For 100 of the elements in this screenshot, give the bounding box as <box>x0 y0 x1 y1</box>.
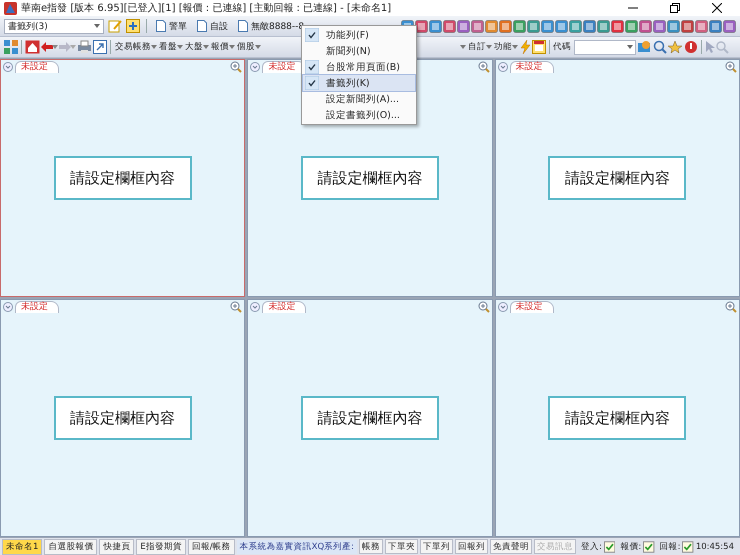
toolbar-menu[interactable]: 大盤 <box>184 41 204 53</box>
zoom-in-icon[interactable] <box>230 301 242 313</box>
quick-function-icon[interactable] <box>695 20 708 32</box>
panel-tab[interactable]: 未設定 <box>15 301 59 313</box>
zoom-in-icon[interactable] <box>230 61 242 73</box>
bookmark-button[interactable]: 自設 <box>194 20 231 32</box>
bookmark-bar-dropdown[interactable]: 書籤列(3) <box>4 18 104 34</box>
printer-icon[interactable] <box>77 40 92 54</box>
quick-function-icon[interactable] <box>415 20 428 32</box>
set-frame-content-button[interactable]: 請設定欄框內容 <box>54 156 192 200</box>
zoom-in-icon[interactable] <box>724 301 737 313</box>
panel-tab[interactable]: 未設定 <box>15 61 59 73</box>
quick-function-icon[interactable] <box>513 20 526 32</box>
dropdown-circle-icon[interactable] <box>250 62 260 72</box>
menu-item[interactable]: 功能列(F) <box>303 27 415 43</box>
dropdown-circle-icon[interactable] <box>498 62 508 72</box>
status-button[interactable]: 免責聲明 <box>490 539 532 554</box>
quick-function-icon[interactable] <box>485 20 498 32</box>
layout-grid-icon[interactable] <box>4 40 18 54</box>
toolbar-menu[interactable]: 自訂 <box>467 41 487 53</box>
toolbar-menu[interactable]: 看盤 <box>158 41 178 53</box>
caret-icon[interactable] <box>151 45 157 49</box>
status-button[interactable]: 回報列 <box>455 539 488 554</box>
search-icon[interactable] <box>653 40 667 54</box>
quick-function-icon[interactable] <box>723 20 736 32</box>
quick-function-icon[interactable] <box>541 20 554 32</box>
home-icon[interactable] <box>25 40 40 54</box>
toolbar-menu[interactable]: 個股 <box>236 41 256 53</box>
restore-icon[interactable] <box>670 3 680 13</box>
set-frame-content-button[interactable]: 請設定欄框內容 <box>300 156 439 200</box>
caret-icon[interactable] <box>460 45 466 49</box>
notepad-icon[interactable] <box>108 19 122 33</box>
bookmark-button[interactable]: 警單 <box>153 20 190 32</box>
close-icon[interactable] <box>712 3 722 13</box>
quick-function-icon[interactable] <box>429 20 442 32</box>
alert-icon[interactable] <box>684 40 698 54</box>
panel-frame[interactable]: 未設定 請設定欄框內容 <box>0 59 246 297</box>
caret-icon[interactable] <box>627 45 633 49</box>
quick-function-icon[interactable] <box>443 20 456 32</box>
caret-icon[interactable] <box>52 45 58 49</box>
external-link-icon[interactable] <box>93 40 107 54</box>
panel-tab[interactable]: 未設定 <box>262 301 306 313</box>
set-frame-content-button[interactable]: 請設定欄框內容 <box>300 396 439 440</box>
dropdown-circle-icon[interactable] <box>3 302 13 312</box>
set-frame-content-button[interactable]: 請設定欄框內容 <box>54 396 192 440</box>
status-button[interactable]: 下單列 <box>420 539 454 554</box>
back-arrow-icon[interactable] <box>41 42 53 52</box>
status-button[interactable]: 帳務 <box>359 539 384 554</box>
quick-function-icon[interactable] <box>625 20 638 32</box>
caret-icon[interactable] <box>177 45 183 49</box>
quick-function-icon[interactable] <box>611 20 624 32</box>
page-tab[interactable]: E指發期貨 <box>136 538 186 554</box>
caret-icon[interactable] <box>203 45 209 49</box>
menu-item[interactable]: 書籤列(K) <box>303 75 415 91</box>
page-tab[interactable]: 自選股報價 <box>44 538 98 554</box>
panel-tab[interactable]: 未設定 <box>510 301 554 313</box>
dropdown-circle-icon[interactable] <box>250 302 260 312</box>
quick-function-icon[interactable] <box>527 20 540 32</box>
add-icon[interactable] <box>126 19 140 33</box>
menu-item[interactable]: 新聞列(N) <box>303 43 415 59</box>
menu-item[interactable]: 設定新聞列(A)... <box>303 91 415 107</box>
menu-item[interactable]: 設定書籤列(O)... <box>303 107 415 123</box>
toolbar-menu[interactable]: 報價 <box>210 41 230 53</box>
dropdown-circle-icon[interactable] <box>498 302 508 312</box>
quick-function-icon[interactable] <box>667 20 680 32</box>
panel-frame[interactable]: 未設定 請設定欄框內容 <box>0 299 246 537</box>
quick-function-icon[interactable] <box>471 20 484 32</box>
set-frame-content-button[interactable]: 請設定欄框內容 <box>548 396 686 440</box>
code-input-field[interactable] <box>574 40 636 54</box>
quick-function-icon[interactable] <box>499 20 512 32</box>
caret-icon[interactable] <box>486 45 492 49</box>
panel-frame[interactable]: 未設定 請設定欄框內容 <box>494 59 740 297</box>
quick-function-icon[interactable] <box>653 20 666 32</box>
dropdown-circle-icon[interactable] <box>3 62 13 72</box>
page-tab[interactable]: 快捷頁 <box>99 538 134 554</box>
quick-function-icon[interactable] <box>681 20 694 32</box>
quick-function-icon[interactable] <box>569 20 582 32</box>
quick-function-icon[interactable] <box>555 20 568 32</box>
quick-function-icon[interactable] <box>457 20 470 32</box>
set-frame-content-button[interactable]: 請設定欄框內容 <box>548 156 686 200</box>
quick-function-icon[interactable] <box>639 20 652 32</box>
caret-icon[interactable] <box>255 45 261 49</box>
quick-function-icon[interactable] <box>597 20 610 32</box>
zoom-in-icon[interactable] <box>478 301 490 313</box>
zoom-in-icon[interactable] <box>724 61 737 73</box>
quick-function-icon[interactable] <box>709 20 722 32</box>
panel-frame[interactable]: 未設定 請設定欄框內容 <box>247 299 493 537</box>
page-tab[interactable]: 未命名1 <box>2 538 42 554</box>
status-button[interactable]: 下單夾 <box>385 539 418 554</box>
toolbar-menu[interactable]: 交易帳務 <box>114 41 152 53</box>
toolbar-menu[interactable]: 功能 <box>493 41 513 53</box>
quick-function-icon[interactable] <box>583 20 596 32</box>
panel-tab[interactable]: 未設定 <box>510 61 554 73</box>
lightning-icon[interactable] <box>519 40 531 54</box>
caret-icon[interactable] <box>512 45 518 49</box>
page-tab[interactable]: 回報/帳務 <box>188 538 235 554</box>
zoom-in-icon[interactable] <box>478 61 490 73</box>
panel-frame[interactable]: 未設定 請設定欄框內容 <box>494 299 740 537</box>
caret-icon[interactable] <box>229 45 235 49</box>
note-icon[interactable] <box>532 40 546 54</box>
